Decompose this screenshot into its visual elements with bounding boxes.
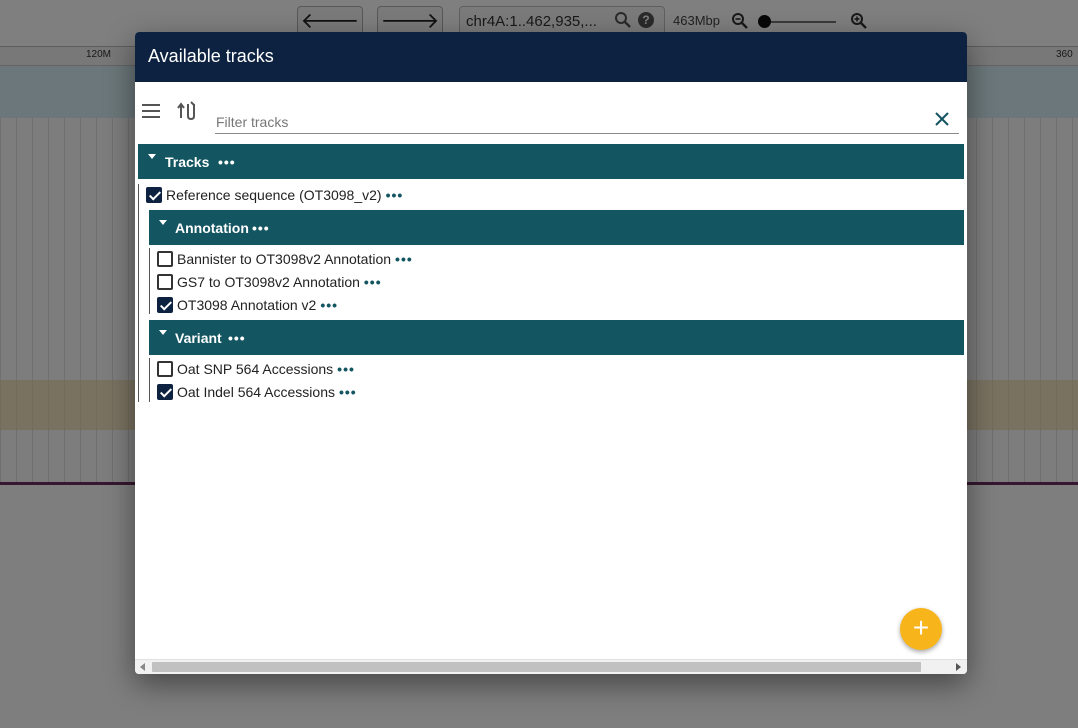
horizontal-scrollbar[interactable]	[135, 659, 967, 674]
available-tracks-dialog: Available tracks Tracks ••• Reference se…	[135, 32, 967, 674]
more-options-icon[interactable]: •••	[218, 154, 236, 170]
filter-tracks-input[interactable]	[215, 106, 959, 134]
track-item-gs7[interactable]: GS7 to OT3098v2 Annotation •••	[157, 271, 382, 293]
caret-down-icon[interactable]	[148, 154, 156, 159]
close-icon[interactable]	[935, 112, 949, 126]
track-checkbox[interactable]	[157, 274, 173, 290]
more-options-icon[interactable]: •••	[339, 384, 357, 400]
more-options-icon[interactable]: •••	[228, 330, 246, 346]
category-header-annotation[interactable]: Annotation •••	[149, 210, 964, 245]
category-header-variant[interactable]: Variant •••	[149, 320, 964, 355]
category-label: Annotation	[175, 220, 249, 236]
more-options-icon[interactable]: •••	[395, 251, 413, 267]
scrollbar-thumb[interactable]	[152, 662, 921, 672]
tree-indent-line	[138, 184, 139, 402]
category-label: Variant	[175, 330, 222, 346]
more-options-icon[interactable]: •••	[320, 297, 338, 313]
dialog-title: Available tracks	[148, 46, 274, 66]
caret-down-icon[interactable]	[159, 220, 167, 225]
tree-indent-line	[149, 358, 150, 402]
track-label: Bannister to OT3098v2 Annotation	[177, 251, 392, 267]
track-checkbox[interactable]	[157, 297, 173, 313]
tree-indent-line	[149, 248, 150, 314]
plus-icon: +	[912, 612, 930, 643]
track-checkbox[interactable]	[157, 251, 173, 267]
more-options-icon[interactable]: •••	[364, 274, 382, 290]
more-options-icon[interactable]: •••	[386, 187, 404, 203]
category-header-tracks[interactable]: Tracks •••	[138, 144, 964, 179]
track-item-oat-indel[interactable]: Oat Indel 564 Accessions •••	[157, 381, 357, 403]
track-label: Reference sequence (OT3098_v2)	[166, 187, 382, 203]
scroll-right-arrow-icon[interactable]	[956, 663, 961, 671]
track-item-reference-sequence[interactable]: Reference sequence (OT3098_v2) •••	[146, 184, 403, 206]
more-options-icon[interactable]: •••	[337, 361, 355, 377]
track-label: OT3098 Annotation v2	[177, 297, 317, 313]
category-label: Tracks	[165, 154, 210, 170]
hamburger-menu-icon[interactable]	[142, 104, 160, 118]
track-checkbox[interactable]	[157, 361, 173, 377]
track-label: Oat SNP 564 Accessions	[177, 361, 334, 377]
caret-down-icon[interactable]	[159, 330, 167, 335]
track-item-bannister[interactable]: Bannister to OT3098v2 Annotation •••	[157, 248, 413, 270]
track-label: Oat Indel 564 Accessions	[177, 384, 335, 400]
scroll-left-arrow-icon[interactable]	[140, 663, 145, 671]
dialog-header: Available tracks	[135, 32, 967, 82]
track-label: GS7 to OT3098v2 Annotation	[177, 274, 360, 290]
sort-icon[interactable]	[176, 100, 196, 122]
more-options-icon[interactable]: •••	[252, 220, 270, 236]
track-item-ot3098[interactable]: OT3098 Annotation v2 •••	[157, 294, 338, 316]
track-checkbox[interactable]	[146, 187, 162, 203]
track-item-oat-snp[interactable]: Oat SNP 564 Accessions •••	[157, 358, 355, 380]
track-checkbox[interactable]	[157, 384, 173, 400]
add-track-button[interactable]: +	[900, 608, 942, 650]
